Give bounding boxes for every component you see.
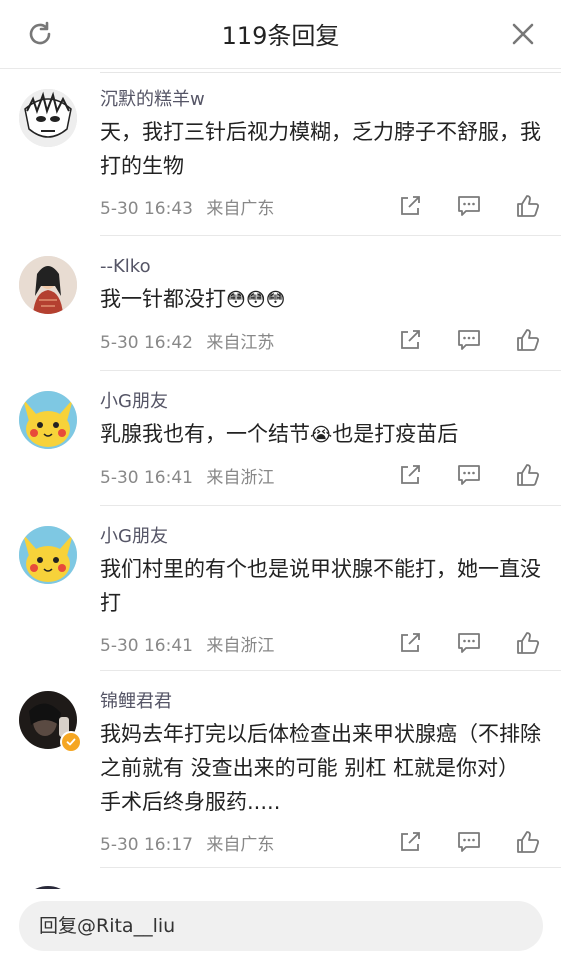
comment-item: 沉默的糕羊w 天，我打三针后视力模糊，乏力脖子不舒服，我打的生物 5-30 16…: [0, 69, 561, 236]
comment-time: 5-30 16:17: [100, 835, 193, 855]
comment-button[interactable]: [456, 462, 482, 488]
avatar[interactable]: [19, 256, 77, 314]
verified-icon: [66, 738, 76, 746]
page-title: 119条回复: [221, 22, 340, 50]
comment-time: 5-30 16:41: [100, 636, 193, 656]
close-icon: [512, 23, 534, 45]
like-icon: [517, 464, 540, 486]
comment-location: 来自广东: [206, 835, 275, 855]
like-button[interactable]: [515, 327, 541, 353]
comment-text: 我妈去年打完以后体检查出来甲状腺癌（不排除之前就有 没查出来的可能 别杠 杠就是…: [100, 722, 541, 814]
like-icon: [517, 831, 540, 853]
divider: [100, 867, 561, 868]
comment-time: 5-30 16:43: [100, 199, 193, 219]
verified-badge: [60, 731, 82, 753]
comment-text: 我们村里的有个也是说甲状腺不能打，她一直没打: [100, 557, 541, 615]
comment-button[interactable]: [456, 327, 482, 353]
header: 119条回复: [0, 0, 561, 69]
comment-item: --Klko 我一针都没打😳😳😳 5-30 16:42 来自江苏: [0, 236, 561, 371]
reply-bar: 回复@Rita__liu: [0, 889, 561, 960]
share-icon: [401, 330, 420, 349]
crying-emoji: 😭: [310, 424, 333, 446]
username[interactable]: 小G朋友: [100, 524, 541, 550]
share-button[interactable]: [397, 193, 423, 219]
comment-button[interactable]: [456, 630, 482, 656]
username[interactable]: --Klko: [100, 254, 541, 280]
comment-icon: [458, 832, 480, 852]
comment-meta: 5-30 16:41 来自浙江: [100, 632, 541, 658]
like-icon: [517, 329, 540, 351]
close-button[interactable]: [503, 14, 543, 54]
comment-location: 来自浙江: [206, 468, 275, 488]
username[interactable]: 沉默的糕羊w: [100, 87, 541, 113]
comment-text: 乳腺我也有，一个结节😭也是打疫苗后: [100, 417, 541, 452]
reply-input[interactable]: 回复@Rita__liu: [19, 901, 543, 951]
comment-location: 来自江苏: [206, 333, 275, 353]
comment-meta: 5-30 16:43 来自广东: [100, 195, 541, 221]
comment-item: 小G朋友 我们村里的有个也是说甲状腺不能打，她一直没打 5-30 16:41 来…: [0, 506, 561, 671]
avatar[interactable]: [19, 391, 77, 449]
flushed-emoji: 😳: [226, 289, 246, 311]
comment-icon: [458, 196, 480, 216]
like-icon: [517, 632, 540, 654]
comment-item: [0, 872, 561, 889]
comment-item: 小G朋友 乳腺我也有，一个结节😭也是打疫苗后 5-30 16:41 来自浙江: [0, 371, 561, 506]
username[interactable]: 小G朋友: [100, 389, 541, 415]
share-button[interactable]: [397, 462, 423, 488]
comment-icon: [458, 465, 480, 485]
comment-text-content: 也是打疫苗后: [332, 422, 459, 446]
comment-meta: 5-30 16:17 来自广东: [100, 831, 541, 857]
like-button[interactable]: [515, 193, 541, 219]
comment-button[interactable]: [456, 193, 482, 219]
comment-text-content: 我一针都没打: [100, 287, 226, 311]
share-icon: [401, 196, 420, 215]
like-icon: [517, 195, 540, 217]
share-icon: [401, 465, 420, 484]
comment-location: 来自浙江: [206, 636, 275, 656]
avatar[interactable]: [19, 89, 77, 147]
girl-photo-avatar: [19, 256, 77, 314]
comment-icon: [458, 330, 480, 350]
comment-location: 来自广东: [206, 199, 275, 219]
comment-text-content: 乳腺我也有，一个结节: [100, 422, 310, 446]
comment-item: 锦鲤君君 我妈去年打完以后体检查出来甲状腺癌（不排除之前就有 没查出来的可能 别…: [0, 671, 561, 871]
pikachu-avatar: [19, 391, 77, 449]
share-icon: [401, 832, 420, 851]
comment-time: 5-30 16:41: [100, 468, 193, 488]
comment-meta: 5-30 16:42 来自江苏: [100, 329, 541, 355]
comment-icon: [458, 633, 480, 653]
like-button[interactable]: [515, 630, 541, 656]
comment-text: 天，我打三针后视力模糊，乏力脖子不舒服，我打的生物: [100, 120, 541, 178]
comment-button[interactable]: [456, 829, 482, 855]
share-button[interactable]: [397, 630, 423, 656]
share-button[interactable]: [397, 829, 423, 855]
share-button[interactable]: [397, 327, 423, 353]
manga-face-avatar: [19, 89, 77, 147]
username[interactable]: 锦鲤君君: [100, 689, 541, 715]
comment-meta: 5-30 16:41 来自浙江: [100, 464, 541, 490]
flushed-emoji: 😳: [245, 289, 266, 311]
comment-time: 5-30 16:42: [100, 333, 193, 353]
pikachu-avatar: [19, 526, 77, 584]
avatar[interactable]: [19, 526, 77, 584]
comment-list[interactable]: 沉默的糕羊w 天，我打三针后视力模糊，乏力脖子不舒服，我打的生物 5-30 16…: [0, 69, 561, 889]
share-icon: [401, 633, 420, 652]
like-button[interactable]: [515, 462, 541, 488]
like-button[interactable]: [515, 829, 541, 855]
flushed-emoji: 😳: [265, 289, 286, 311]
comment-text: 我一针都没打😳😳😳: [100, 282, 541, 317]
